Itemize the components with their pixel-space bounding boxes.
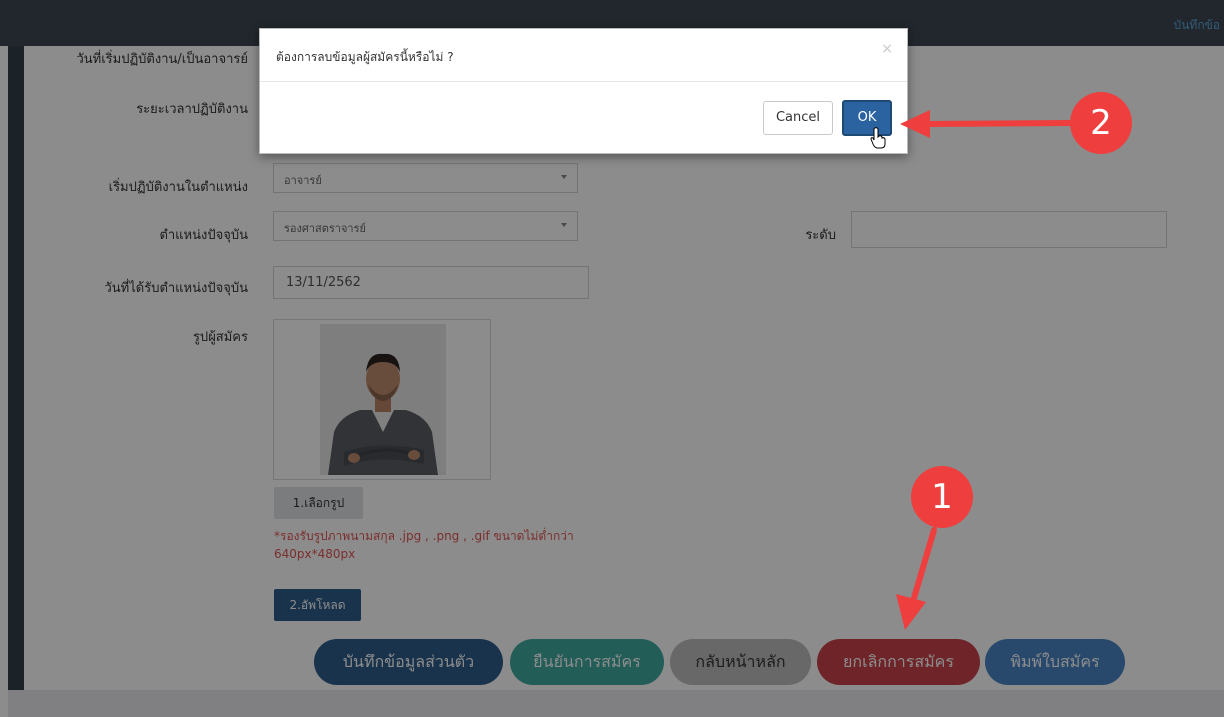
arrow-head-ok: [900, 110, 930, 138]
annotation-arrows: [896, 110, 1075, 630]
arrow-head-cancel: [896, 594, 926, 630]
annotation-badge-2: 2: [1070, 92, 1132, 154]
arrow-to-cancel: [911, 527, 937, 601]
annotation-badge-1: 1: [911, 466, 973, 528]
arrow-to-ok: [923, 120, 1075, 127]
